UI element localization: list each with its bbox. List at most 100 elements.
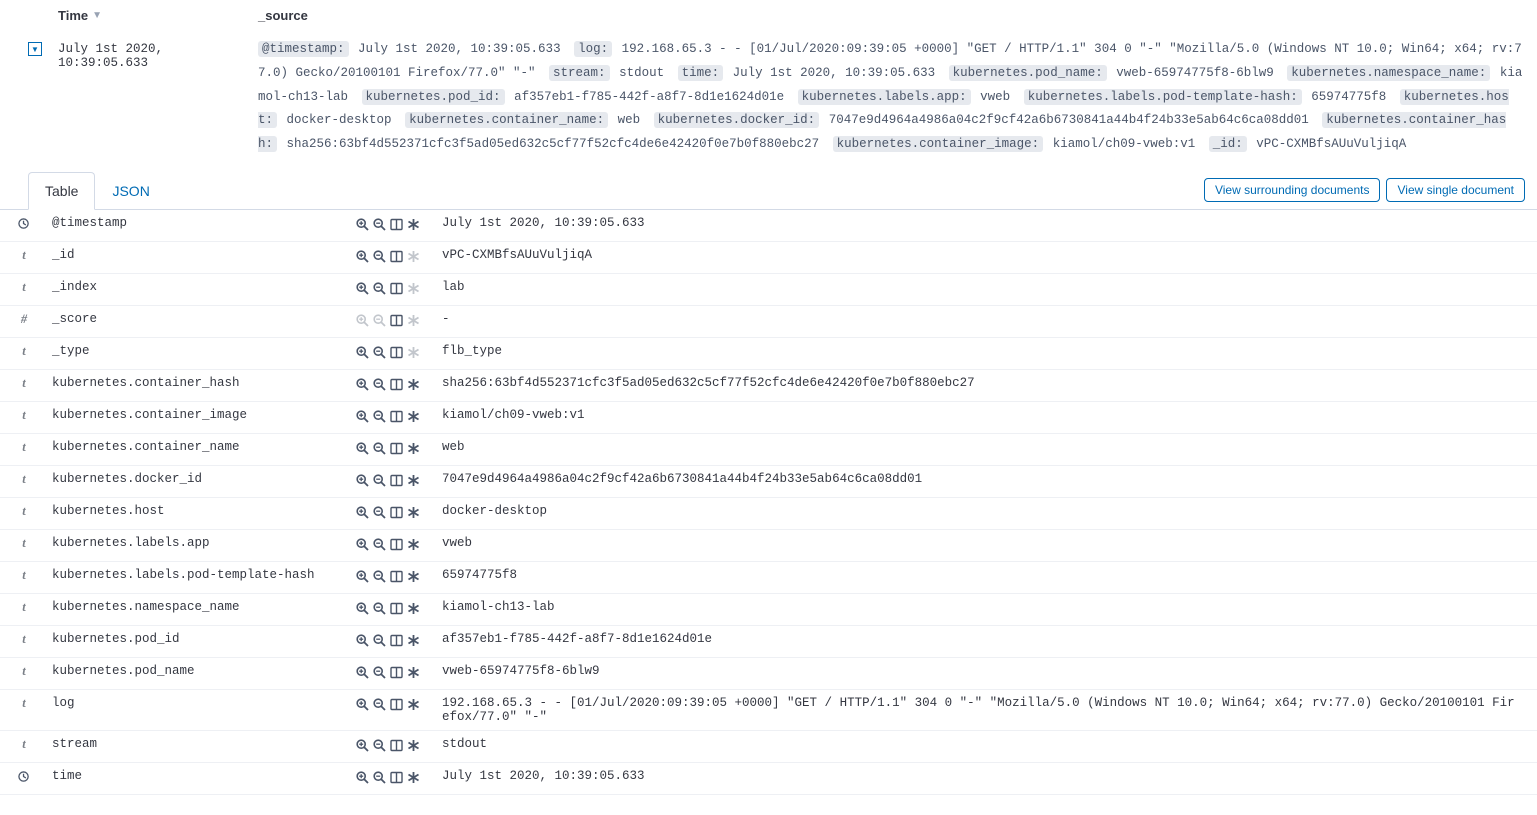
field-name: _id (48, 241, 350, 273)
filter-for-value-icon[interactable] (354, 568, 371, 585)
toggle-column-icon[interactable] (388, 280, 405, 297)
view-single-button[interactable]: View single document (1386, 178, 1525, 202)
toggle-column-icon[interactable] (388, 344, 405, 361)
source-field-value: kiamol/ch09-vweb:v1 (1053, 137, 1203, 151)
filter-out-value-icon[interactable] (371, 536, 388, 553)
field-type (0, 762, 48, 794)
toggle-column-icon[interactable] (388, 568, 405, 585)
field-value: 65974775f8 (438, 561, 1537, 593)
filter-exists-icon[interactable] (405, 280, 422, 297)
column-header-source[interactable]: _source (258, 8, 1537, 23)
filter-out-value-icon[interactable] (371, 408, 388, 425)
toggle-column-icon[interactable] (388, 600, 405, 617)
filter-for-value-icon[interactable] (354, 440, 371, 457)
toggle-column-icon[interactable] (388, 632, 405, 649)
filter-exists-icon[interactable] (405, 216, 422, 233)
toggle-column-icon[interactable] (388, 664, 405, 681)
filter-for-value-icon[interactable] (354, 280, 371, 297)
field-row: tkubernetes.pod_namevweb-65974775f8-6blw… (0, 657, 1537, 689)
source-field-value: 7047e9d4964a4986a04c2f9cf42a6b6730841a44… (829, 113, 1317, 127)
filter-out-value-icon[interactable] (371, 568, 388, 585)
toggle-column-icon[interactable] (388, 536, 405, 553)
text-type-icon: t (22, 737, 25, 751)
filter-exists-icon[interactable] (405, 344, 422, 361)
filter-exists-icon[interactable] (405, 536, 422, 553)
filter-for-value-icon[interactable] (354, 472, 371, 489)
toggle-column-icon[interactable] (388, 408, 405, 425)
field-name: kubernetes.pod_name (48, 657, 350, 689)
filter-for-value-icon[interactable] (354, 344, 371, 361)
field-name: log (48, 689, 350, 730)
filter-out-value-icon[interactable] (371, 632, 388, 649)
filter-exists-icon[interactable] (405, 408, 422, 425)
field-name: @timestamp (48, 210, 350, 242)
filter-exists-icon[interactable] (405, 769, 422, 786)
field-type: t (0, 561, 48, 593)
filter-out-value-icon[interactable] (371, 248, 388, 265)
filter-out-value-icon[interactable] (371, 472, 388, 489)
filter-for-value-icon[interactable] (354, 216, 371, 233)
tab-table[interactable]: Table (28, 172, 95, 210)
field-name: kubernetes.container_hash (48, 369, 350, 401)
filter-for-value-icon[interactable] (354, 376, 371, 393)
filter-out-value-icon[interactable] (371, 504, 388, 521)
field-name: kubernetes.labels.pod-template-hash (48, 561, 350, 593)
filter-out-value-icon[interactable] (371, 769, 388, 786)
filter-exists-icon[interactable] (405, 440, 422, 457)
filter-exists-icon[interactable] (405, 248, 422, 265)
filter-out-value-icon[interactable] (371, 344, 388, 361)
filter-exists-icon[interactable] (405, 504, 422, 521)
toggle-column-icon[interactable] (388, 504, 405, 521)
document-row: ▼ July 1st 2020, 10:39:05.633 @timestamp… (0, 32, 1537, 163)
filter-for-value-icon[interactable] (354, 769, 371, 786)
column-header-time[interactable]: Time ▼ (58, 8, 258, 23)
view-surrounding-button[interactable]: View surrounding documents (1204, 178, 1381, 202)
toggle-column-icon[interactable] (388, 312, 405, 329)
filter-out-value-icon[interactable] (371, 600, 388, 617)
filter-exists-icon[interactable] (405, 312, 422, 329)
filter-exists-icon[interactable] (405, 737, 422, 754)
source-field-value: sha256:63bf4d552371cfc3f5ad05ed632c5cf77… (287, 137, 827, 151)
filter-out-value-icon[interactable] (371, 312, 388, 329)
tab-json[interactable]: JSON (95, 172, 166, 210)
filter-out-value-icon[interactable] (371, 696, 388, 713)
toggle-column-icon[interactable] (388, 769, 405, 786)
toggle-column-icon[interactable] (388, 737, 405, 754)
toggle-column-icon[interactable] (388, 376, 405, 393)
field-actions (350, 433, 438, 465)
toggle-column-icon[interactable] (388, 248, 405, 265)
filter-out-value-icon[interactable] (371, 216, 388, 233)
toggle-column-icon[interactable] (388, 216, 405, 233)
filter-for-value-icon[interactable] (354, 737, 371, 754)
filter-out-value-icon[interactable] (371, 376, 388, 393)
filter-for-value-icon[interactable] (354, 696, 371, 713)
filter-exists-icon[interactable] (405, 632, 422, 649)
filter-exists-icon[interactable] (405, 568, 422, 585)
filter-for-value-icon[interactable] (354, 312, 371, 329)
filter-for-value-icon[interactable] (354, 600, 371, 617)
filter-out-value-icon[interactable] (371, 664, 388, 681)
filter-exists-icon[interactable] (405, 600, 422, 617)
filter-exists-icon[interactable] (405, 664, 422, 681)
filter-for-value-icon[interactable] (354, 664, 371, 681)
filter-out-value-icon[interactable] (371, 440, 388, 457)
filter-for-value-icon[interactable] (354, 504, 371, 521)
text-type-icon: t (22, 440, 25, 454)
filter-for-value-icon[interactable] (354, 408, 371, 425)
filter-for-value-icon[interactable] (354, 632, 371, 649)
toggle-column-icon[interactable] (388, 472, 405, 489)
toggle-column-icon[interactable] (388, 440, 405, 457)
doc-source-summary: @timestamp: July 1st 2020, 10:39:05.633 … (258, 38, 1525, 157)
filter-for-value-icon[interactable] (354, 536, 371, 553)
filter-for-value-icon[interactable] (354, 248, 371, 265)
filter-out-value-icon[interactable] (371, 737, 388, 754)
filter-out-value-icon[interactable] (371, 280, 388, 297)
field-actions (350, 465, 438, 497)
filter-exists-icon[interactable] (405, 376, 422, 393)
field-type: t (0, 241, 48, 273)
time-header-label: Time (58, 8, 88, 23)
collapse-toggle[interactable]: ▼ (28, 42, 42, 56)
filter-exists-icon[interactable] (405, 472, 422, 489)
filter-exists-icon[interactable] (405, 696, 422, 713)
toggle-column-icon[interactable] (388, 696, 405, 713)
